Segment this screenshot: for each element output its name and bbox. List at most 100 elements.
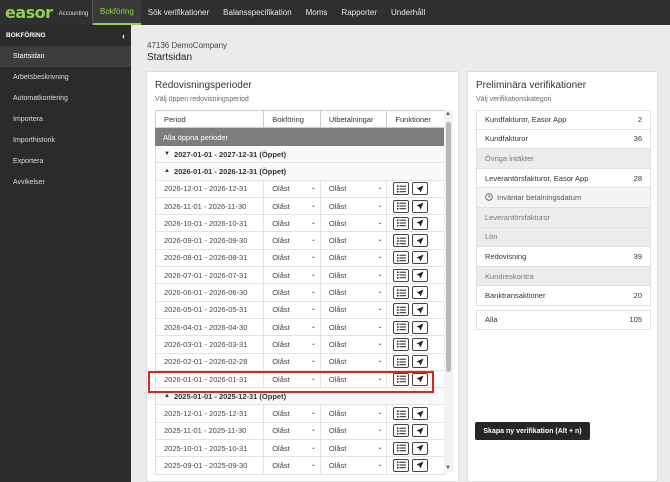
period-row[interactable]: 2026-09-01 - 2026-09-30 Olåst ⌄ Olåst ⌄ bbox=[155, 232, 445, 250]
chevron-down-icon[interactable]: ▼ bbox=[164, 151, 170, 157]
period-row[interactable]: 2026-11-01 - 2026-11-30 Olåst ⌄ Olåst ⌄ bbox=[155, 197, 445, 216]
send-icon[interactable] bbox=[412, 216, 429, 230]
scroll-thumb[interactable] bbox=[446, 122, 451, 372]
list-icon[interactable] bbox=[393, 199, 410, 213]
utbetalningar-select[interactable]: Olåst ⌄ bbox=[329, 305, 387, 314]
send-icon[interactable] bbox=[412, 424, 429, 438]
list-icon[interactable] bbox=[393, 320, 410, 334]
period-row[interactable]: 2025-11-01 - 2025-11-30 Olåst ⌄ Olåst ⌄ bbox=[155, 422, 445, 441]
send-icon[interactable] bbox=[412, 234, 429, 248]
sidebar-item-3[interactable]: Importera bbox=[0, 109, 131, 130]
table-scrollbar[interactable]: ▲ ▼ bbox=[444, 110, 453, 472]
utbetalningar-select[interactable]: Olåst ⌄ bbox=[329, 426, 387, 435]
send-icon[interactable] bbox=[412, 268, 429, 282]
year-row[interactable]: ▼ 2027-01-01 - 2027-12-31 (Öppet) bbox=[155, 146, 445, 164]
nav-tab-0[interactable]: Bokföring bbox=[93, 0, 141, 25]
list-icon[interactable] bbox=[393, 458, 410, 472]
list-icon[interactable] bbox=[393, 251, 410, 265]
bokforing-select[interactable]: Olåst ⌄ bbox=[272, 444, 320, 453]
bokforing-select[interactable]: Olåst ⌄ bbox=[272, 409, 320, 418]
bokforing-select[interactable]: Olåst ⌄ bbox=[272, 305, 320, 314]
list-icon[interactable] bbox=[393, 234, 410, 248]
list-icon[interactable] bbox=[393, 268, 410, 282]
period-row[interactable]: 2026-12-01 - 2026-12-31 Olåst ⌄ Olåst ⌄ bbox=[155, 180, 445, 198]
chevron-up-icon[interactable]: ▲ bbox=[164, 168, 170, 174]
brand-logo[interactable]: easor Accounting bbox=[0, 0, 93, 25]
bokforing-select[interactable]: Olåst ⌄ bbox=[272, 253, 320, 262]
period-row[interactable]: 2025-09-01 - 2025-09-30 Olåst ⌄ Olåst ⌄ bbox=[155, 457, 445, 475]
period-row[interactable]: 2026-06-01 - 2026-06-30 Olåst ⌄ Olåst ⌄ bbox=[155, 284, 445, 302]
list-icon[interactable] bbox=[393, 216, 410, 230]
utbetalningar-select[interactable]: Olåst ⌄ bbox=[329, 340, 387, 349]
sidebar-item-4[interactable]: Importhistorik bbox=[0, 130, 131, 151]
category-row[interactable]: Banktransaktioner 20 bbox=[476, 286, 651, 306]
category-row[interactable]: Kundfakturor, Easor App 2 bbox=[476, 110, 651, 130]
send-icon[interactable] bbox=[412, 182, 429, 196]
list-icon[interactable] bbox=[393, 355, 410, 369]
collapse-sidebar-icon[interactable]: ‹ bbox=[122, 31, 125, 41]
category-row[interactable]: Inväntar betalningsdatum bbox=[476, 188, 651, 208]
nav-tab-4[interactable]: Rapporter bbox=[334, 0, 384, 25]
list-icon[interactable] bbox=[393, 182, 410, 196]
utbetalningar-select[interactable]: Olåst ⌄ bbox=[329, 184, 387, 193]
period-row[interactable]: 2026-10-01 - 2026-10-31 Olåst ⌄ Olåst ⌄ bbox=[155, 215, 445, 233]
period-row[interactable]: 2026-07-01 - 2026-07-31 Olåst ⌄ Olåst ⌄ bbox=[155, 267, 445, 285]
send-icon[interactable] bbox=[412, 199, 429, 213]
list-icon[interactable] bbox=[393, 286, 410, 300]
sidebar-item-0[interactable]: Startsidan bbox=[0, 46, 131, 67]
send-icon[interactable] bbox=[412, 337, 429, 351]
bokforing-select[interactable]: Olåst ⌄ bbox=[272, 288, 320, 297]
list-icon[interactable] bbox=[393, 407, 410, 421]
sidebar-item-1[interactable]: Arbetsbeskrivning bbox=[0, 67, 131, 88]
bokforing-select[interactable]: Olåst ⌄ bbox=[272, 461, 320, 470]
bokforing-select[interactable]: Olåst ⌄ bbox=[272, 340, 320, 349]
scroll-down-icon[interactable]: ▼ bbox=[445, 465, 451, 471]
list-icon[interactable] bbox=[393, 303, 410, 317]
send-icon[interactable] bbox=[412, 407, 429, 421]
period-row[interactable]: 2026-08-01 - 2026-08-31 Olåst ⌄ Olåst ⌄ bbox=[155, 249, 445, 268]
sidebar-item-5[interactable]: Exportera bbox=[0, 151, 131, 172]
period-row[interactable]: 2026-04-01 - 2026-04-30 Olåst ⌄ Olåst ⌄ bbox=[155, 318, 445, 337]
send-icon[interactable] bbox=[412, 458, 429, 472]
category-row[interactable]: Redovisning 39 bbox=[476, 247, 651, 267]
sidebar-item-6[interactable]: Avvikelser bbox=[0, 172, 131, 193]
bokforing-select[interactable]: Olåst ⌄ bbox=[272, 271, 320, 280]
utbetalningar-select[interactable]: Olåst ⌄ bbox=[329, 253, 387, 262]
bokforing-select[interactable]: Olåst ⌄ bbox=[272, 202, 320, 211]
utbetalningar-select[interactable]: Olåst ⌄ bbox=[329, 444, 387, 453]
nav-tab-3[interactable]: Moms bbox=[299, 0, 335, 25]
period-row[interactable]: 2026-05-01 - 2026-05-31 Olåst ⌄ Olåst ⌄ bbox=[155, 301, 445, 319]
send-icon[interactable] bbox=[412, 355, 429, 369]
nav-tab-1[interactable]: Sök verifikationer bbox=[141, 0, 216, 25]
send-icon[interactable] bbox=[412, 251, 429, 265]
nav-tab-2[interactable]: Balansspecifikation bbox=[216, 0, 298, 25]
utbetalningar-select[interactable]: Olåst ⌄ bbox=[329, 219, 387, 228]
all-open-periods-row[interactable]: Alla öppna perioder bbox=[155, 128, 445, 146]
nav-tab-5[interactable]: Underhåll bbox=[384, 0, 432, 25]
utbetalningar-select[interactable]: Olåst ⌄ bbox=[329, 323, 387, 332]
period-row[interactable]: 2026-02-01 - 2026-02-28 Olåst ⌄ Olåst ⌄ bbox=[155, 353, 445, 371]
period-row[interactable]: 2026-03-01 - 2026-03-31 Olåst ⌄ Olåst ⌄ bbox=[155, 336, 445, 354]
list-icon[interactable] bbox=[393, 424, 410, 438]
bokforing-select[interactable]: Olåst ⌄ bbox=[272, 323, 320, 332]
chevron-up-icon[interactable]: ▲ bbox=[164, 393, 170, 399]
category-row[interactable]: Leverantörsfakturor, Easor App 28 bbox=[476, 168, 651, 189]
bokforing-select[interactable]: Olåst ⌄ bbox=[272, 219, 320, 228]
list-icon[interactable] bbox=[393, 441, 410, 455]
year-row[interactable]: ▲ 2026-01-01 - 2026-12-31 (Öppet) bbox=[155, 163, 445, 181]
scroll-up-icon[interactable]: ▲ bbox=[445, 111, 451, 117]
utbetalningar-select[interactable]: Olåst ⌄ bbox=[329, 409, 387, 418]
create-verification-button[interactable]: Skapa ny verifikation (Alt + n) bbox=[475, 422, 590, 440]
utbetalningar-select[interactable]: Olåst ⌄ bbox=[329, 357, 387, 366]
period-row[interactable]: 2025-12-01 - 2025-12-31 Olåst ⌄ Olåst ⌄ bbox=[155, 405, 445, 423]
utbetalningar-select[interactable]: Olåst ⌄ bbox=[329, 236, 387, 245]
list-icon[interactable] bbox=[393, 337, 410, 351]
utbetalningar-select[interactable]: Olåst ⌄ bbox=[329, 288, 387, 297]
send-icon[interactable] bbox=[412, 286, 429, 300]
utbetalningar-select[interactable]: Olåst ⌄ bbox=[329, 461, 387, 470]
send-icon[interactable] bbox=[412, 303, 429, 317]
sidebar-item-2[interactable]: Automatkontering bbox=[0, 88, 131, 109]
bokforing-select[interactable]: Olåst ⌄ bbox=[272, 426, 320, 435]
bokforing-select[interactable]: Olåst ⌄ bbox=[272, 236, 320, 245]
send-icon[interactable] bbox=[412, 441, 429, 455]
